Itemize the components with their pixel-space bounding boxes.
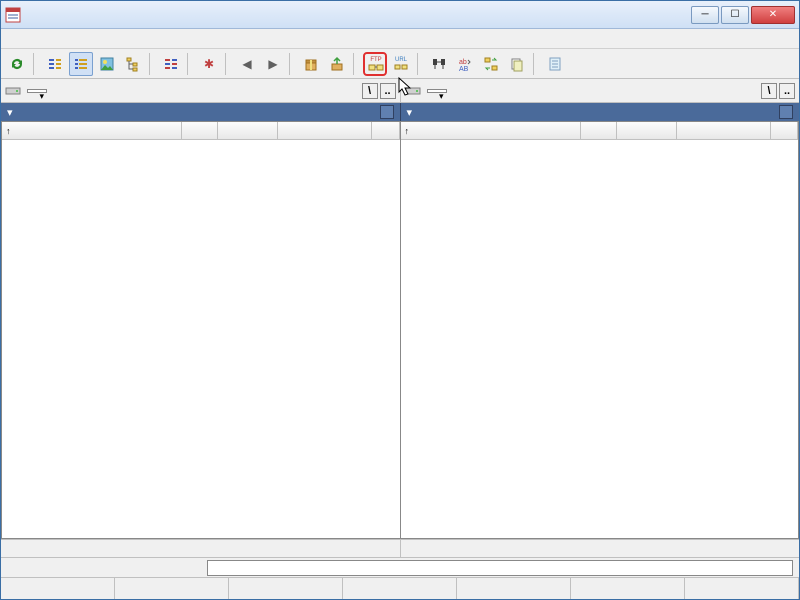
fkey-f4[interactable] bbox=[115, 578, 229, 599]
forward-icon[interactable]: ▶ bbox=[261, 52, 285, 76]
view-thumbs-icon[interactable] bbox=[95, 52, 119, 76]
fkey-f6[interactable] bbox=[343, 578, 457, 599]
star-icon[interactable]: ✱ bbox=[197, 52, 221, 76]
fkey-f5[interactable] bbox=[229, 578, 343, 599]
file-list-left[interactable] bbox=[2, 140, 400, 538]
view-brief-icon[interactable] bbox=[43, 52, 67, 76]
path-bars: ▾ ▾ bbox=[1, 103, 799, 121]
notepad-icon[interactable] bbox=[543, 52, 567, 76]
fkey-altf4[interactable] bbox=[685, 578, 799, 599]
titlebar: ─ ☐ ✕ bbox=[1, 1, 799, 29]
path-favorites-right[interactable] bbox=[779, 105, 793, 119]
ftp-connect-button[interactable]: FTP bbox=[363, 52, 387, 76]
status-bars bbox=[1, 539, 799, 557]
menu-zaznacz[interactable] bbox=[23, 37, 39, 41]
file-list-right[interactable] bbox=[401, 140, 799, 538]
menu-polecenia[interactable] bbox=[39, 37, 55, 41]
menu-siec[interactable] bbox=[55, 37, 71, 41]
drive-root-right[interactable]: \ bbox=[761, 83, 777, 99]
drive-icon bbox=[405, 85, 421, 97]
col-size[interactable] bbox=[617, 122, 677, 139]
col-name[interactable] bbox=[401, 122, 581, 139]
col-name[interactable] bbox=[2, 122, 182, 139]
close-button[interactable]: ✕ bbox=[751, 6, 795, 24]
svg-text:URL: URL bbox=[395, 57, 408, 63]
menu-konfiguracja[interactable] bbox=[87, 37, 103, 41]
command-line bbox=[1, 557, 799, 577]
menu-podglad[interactable] bbox=[71, 37, 87, 41]
svg-text:FTP: FTP bbox=[370, 57, 381, 63]
menu-poczatek[interactable] bbox=[103, 37, 119, 41]
drive-up-right[interactable]: .. bbox=[779, 83, 795, 99]
app-window: ─ ☐ ✕ ✱ ◀ ▶ FTP URL bbox=[0, 0, 800, 600]
menu-pliki[interactable] bbox=[7, 37, 23, 41]
multi-rename-icon[interactable]: abAB bbox=[453, 52, 477, 76]
col-size[interactable] bbox=[218, 122, 278, 139]
refresh-icon[interactable] bbox=[5, 52, 29, 76]
toolbar: ✱ ◀ ▶ FTP URL abAB bbox=[1, 49, 799, 79]
col-attr[interactable] bbox=[771, 122, 799, 139]
path-bar-right[interactable]: ▾ bbox=[400, 103, 800, 121]
path-favorites-left[interactable] bbox=[380, 105, 394, 119]
drive-icon bbox=[5, 85, 21, 97]
copy-names-icon[interactable] bbox=[505, 52, 529, 76]
col-attr[interactable] bbox=[372, 122, 400, 139]
col-date[interactable] bbox=[278, 122, 372, 139]
back-icon[interactable]: ◀ bbox=[235, 52, 259, 76]
column-headers-right bbox=[401, 122, 799, 140]
cmdline-input[interactable] bbox=[207, 560, 793, 576]
sync-dirs-icon[interactable] bbox=[479, 52, 503, 76]
column-headers-left bbox=[2, 122, 400, 140]
app-icon bbox=[5, 7, 21, 23]
search-icon[interactable] bbox=[427, 52, 451, 76]
fkey-f3[interactable] bbox=[1, 578, 115, 599]
fkey-f8[interactable] bbox=[571, 578, 685, 599]
maximize-button[interactable]: ☐ bbox=[721, 6, 749, 24]
drive-pane-left: \ .. bbox=[1, 79, 400, 103]
view-tree-icon[interactable] bbox=[121, 52, 145, 76]
view-full-icon[interactable] bbox=[69, 52, 93, 76]
minimize-button[interactable]: ─ bbox=[691, 6, 719, 24]
drive-up-left[interactable]: .. bbox=[380, 83, 396, 99]
col-ext[interactable] bbox=[182, 122, 218, 139]
col-date[interactable] bbox=[677, 122, 771, 139]
file-panels bbox=[1, 121, 799, 539]
menu-pomoc[interactable] bbox=[777, 37, 793, 41]
panel-right bbox=[401, 121, 800, 539]
invert-selection-icon[interactable] bbox=[159, 52, 183, 76]
path-bar-left[interactable]: ▾ bbox=[1, 103, 400, 121]
menubar bbox=[1, 29, 799, 49]
svg-text:AB: AB bbox=[459, 66, 469, 72]
drive-pane-right: \ .. bbox=[400, 79, 800, 103]
panel-left bbox=[1, 121, 401, 539]
function-key-bar bbox=[1, 577, 799, 599]
drive-selector-right[interactable] bbox=[427, 89, 447, 93]
ftp-url-button[interactable]: URL bbox=[389, 52, 413, 76]
drive-root-left[interactable]: \ bbox=[362, 83, 378, 99]
fkey-f7[interactable] bbox=[457, 578, 571, 599]
drive-bar: \ .. \ .. bbox=[1, 79, 799, 103]
pack-icon[interactable] bbox=[299, 52, 323, 76]
status-left bbox=[1, 540, 400, 557]
unpack-icon[interactable] bbox=[325, 52, 349, 76]
drive-selector-left[interactable] bbox=[27, 89, 47, 93]
status-right bbox=[400, 540, 800, 557]
col-ext[interactable] bbox=[581, 122, 617, 139]
svg-text:ab: ab bbox=[459, 59, 467, 66]
